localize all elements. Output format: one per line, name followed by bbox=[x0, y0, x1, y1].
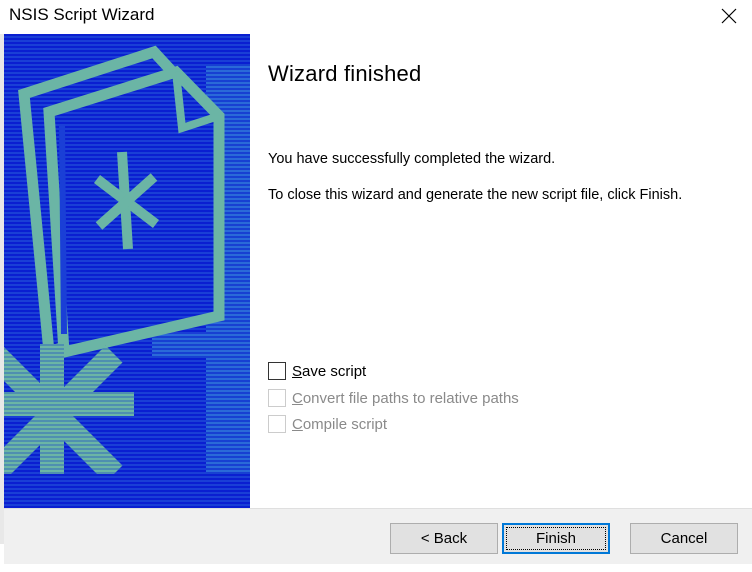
cancel-button[interactable]: Cancel bbox=[630, 523, 738, 554]
wizard-content: Wizard finished You have successfully co… bbox=[250, 34, 752, 508]
convert-paths-checkbox-row: Convert file paths to relative paths bbox=[268, 388, 519, 408]
button-bar: < Back Finish Cancel bbox=[4, 508, 752, 564]
cancel-button-label: Cancel bbox=[660, 530, 708, 547]
finish-focus-ring bbox=[506, 527, 606, 550]
close-icon bbox=[721, 8, 737, 24]
compile-script-checkbox-row: Compile script bbox=[268, 414, 387, 434]
finish-button[interactable]: Finish bbox=[502, 523, 610, 554]
instruction-message: To close this wizard and generate the ne… bbox=[268, 187, 683, 203]
save-script-checkbox[interactable] bbox=[268, 362, 286, 380]
compile-script-label: Compile script bbox=[292, 415, 388, 433]
page-title: Wizard finished bbox=[268, 61, 422, 86]
save-script-label[interactable]: Save script bbox=[292, 363, 366, 380]
save-script-checkbox-row[interactable]: Save script bbox=[268, 361, 366, 381]
compile-script-checkbox bbox=[268, 415, 286, 433]
convert-paths-label: Convert file paths to relative paths bbox=[292, 389, 519, 407]
wizard-banner-image bbox=[4, 34, 250, 508]
back-button[interactable]: < Back bbox=[390, 523, 498, 554]
window-bottom-edge bbox=[0, 564, 752, 572]
back-button-label: < Back bbox=[420, 530, 468, 547]
completion-message: You have successfully completed the wiza… bbox=[268, 151, 556, 167]
convert-paths-checkbox bbox=[268, 389, 286, 407]
title-bar: NSIS Script Wizard bbox=[0, 0, 752, 34]
window-title: NSIS Script Wizard bbox=[9, 5, 155, 24]
close-button[interactable] bbox=[706, 0, 752, 32]
wizard-window: NSIS Script Wizard Wizard finished You h… bbox=[0, 0, 752, 572]
